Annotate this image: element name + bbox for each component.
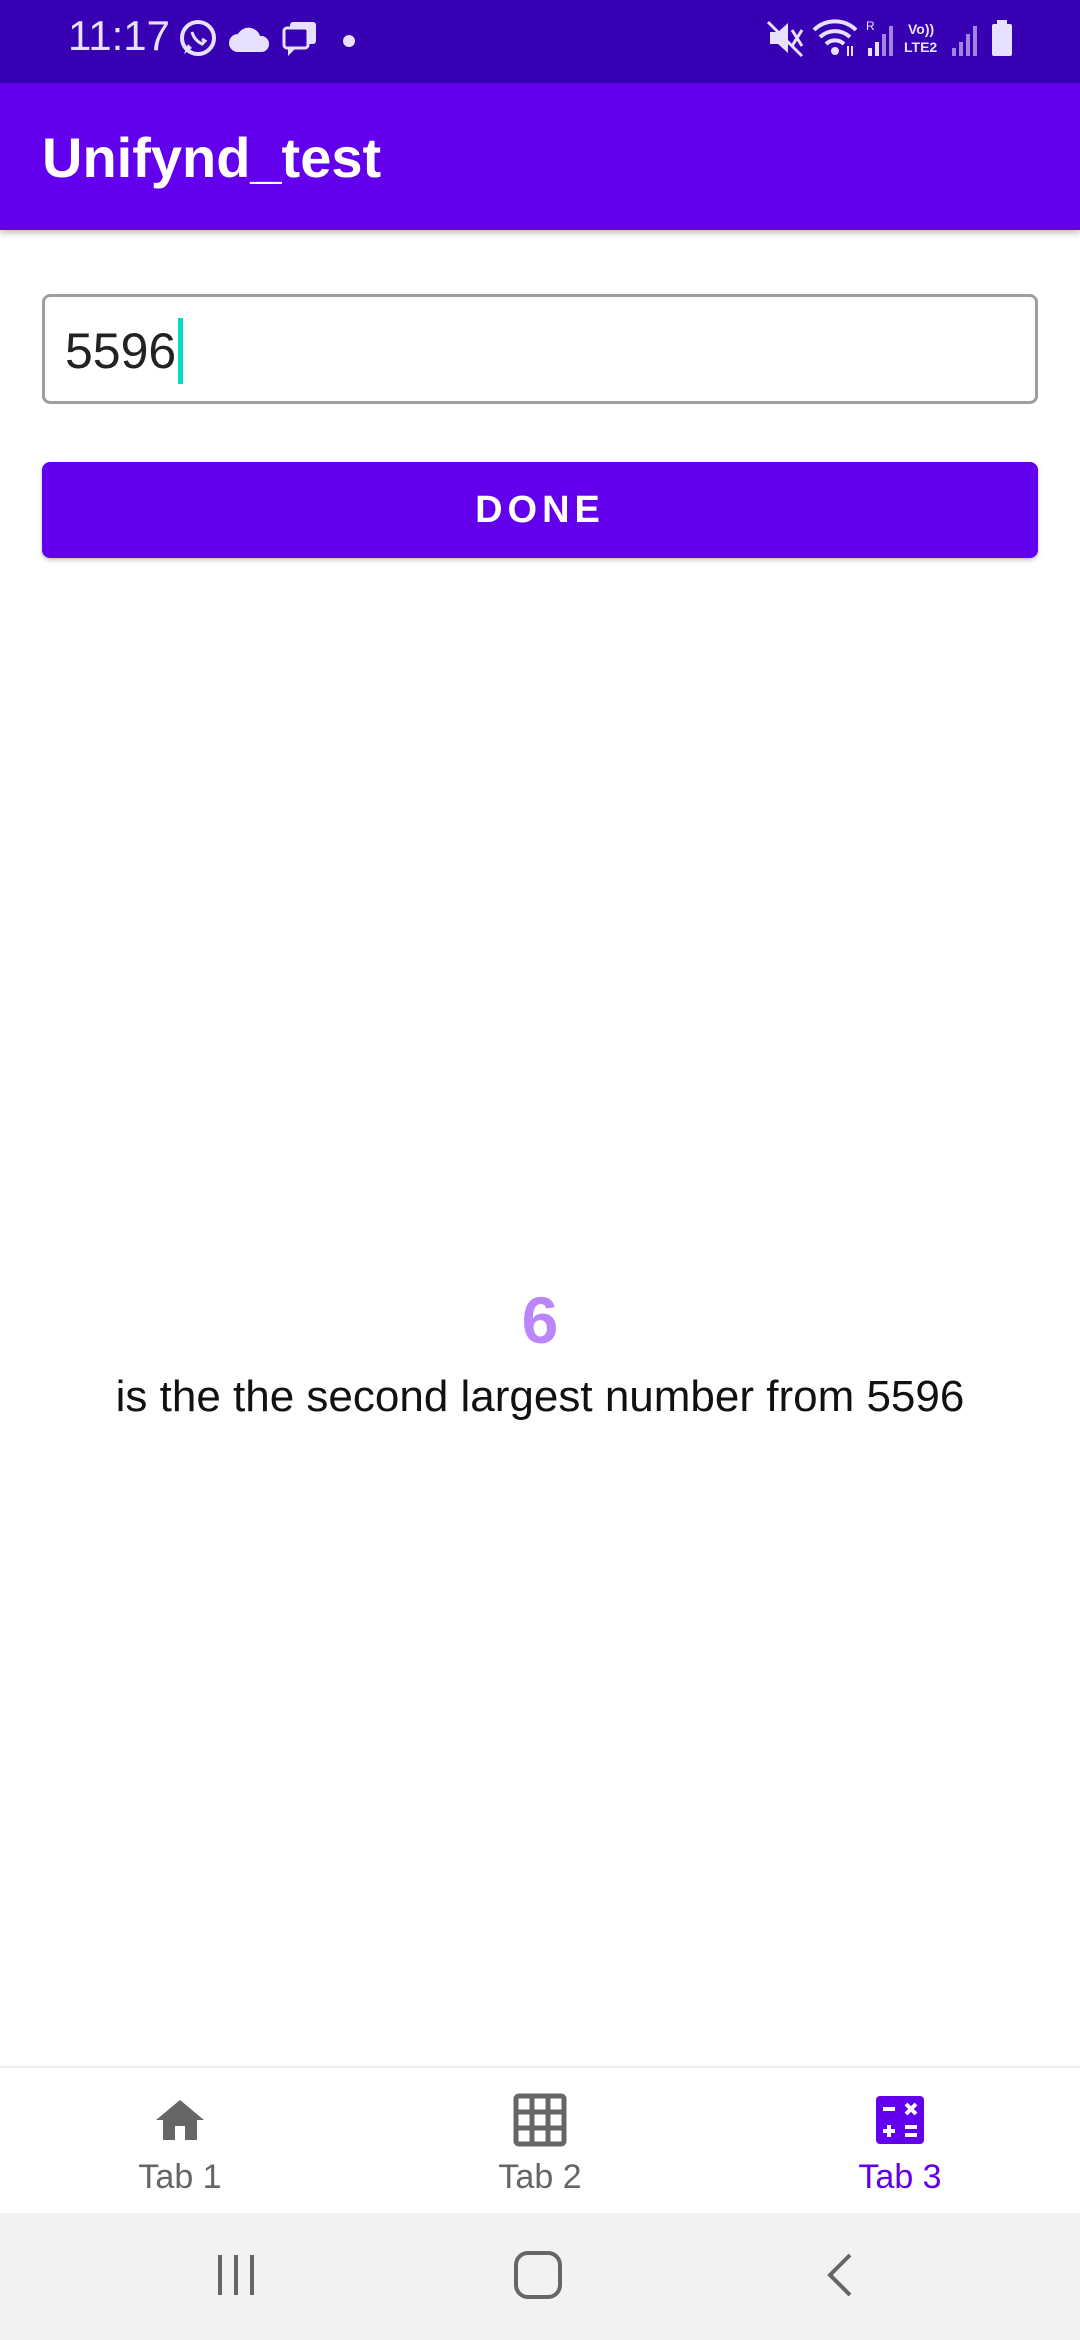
svg-text:Vo)): Vo)) bbox=[908, 21, 934, 37]
tab-1-label: Tab 1 bbox=[138, 2158, 222, 2196]
app-title: Unifynd_test bbox=[42, 126, 382, 189]
tab-1[interactable]: Tab 1 bbox=[0, 2068, 360, 2213]
mute-icon bbox=[766, 20, 804, 58]
wifi-icon bbox=[812, 19, 858, 56]
notification-dot bbox=[343, 35, 355, 47]
cloud-icon bbox=[229, 27, 270, 52]
status-time: 11:17 bbox=[68, 12, 170, 59]
system-navigation-bar bbox=[0, 2213, 1080, 2340]
calculator-icon bbox=[876, 2096, 924, 2144]
result-number: 6 bbox=[521, 1283, 559, 1357]
signal-icon bbox=[952, 26, 977, 56]
chat-icon bbox=[282, 22, 316, 56]
tab-3-label: Tab 3 bbox=[858, 2158, 942, 2196]
back-icon[interactable] bbox=[816, 2247, 864, 2303]
home-button-icon[interactable] bbox=[510, 2247, 566, 2303]
tab-2[interactable]: Tab 2 bbox=[360, 2068, 720, 2213]
whatsapp-icon bbox=[180, 20, 216, 56]
input-text: 5596 bbox=[65, 323, 177, 379]
done-button[interactable]: DONE bbox=[42, 462, 1038, 558]
volte-icon: Vo)) LTE2 bbox=[904, 21, 937, 55]
svg-text:R: R bbox=[866, 19, 875, 33]
tab-2-label: Tab 2 bbox=[498, 2158, 582, 2196]
signal-icon: R bbox=[866, 19, 893, 56]
recents-icon[interactable] bbox=[212, 2247, 260, 2303]
svg-text:LTE2: LTE2 bbox=[904, 39, 937, 55]
battery-icon bbox=[992, 20, 1012, 56]
screen: 11:17 R Vo)) LTE2 Unifynd_test 5596 DONE… bbox=[0, 0, 1080, 2340]
home-icon bbox=[156, 2100, 204, 2140]
app-bar: Unifynd_test bbox=[0, 83, 1080, 230]
bottom-navigation: Tab 1 Tab 2 Tab 3 bbox=[0, 2066, 1080, 2213]
tab-3[interactable]: Tab 3 bbox=[720, 2068, 1080, 2213]
number-input-value: 5596 bbox=[65, 317, 184, 384]
number-input[interactable]: 5596 bbox=[42, 294, 1038, 404]
text-caret bbox=[178, 317, 184, 384]
status-bar: 11:17 R Vo)) LTE2 bbox=[0, 0, 1080, 83]
result-text: is the the second largest number from 55… bbox=[115, 1372, 965, 1421]
grid-icon bbox=[513, 2093, 567, 2147]
